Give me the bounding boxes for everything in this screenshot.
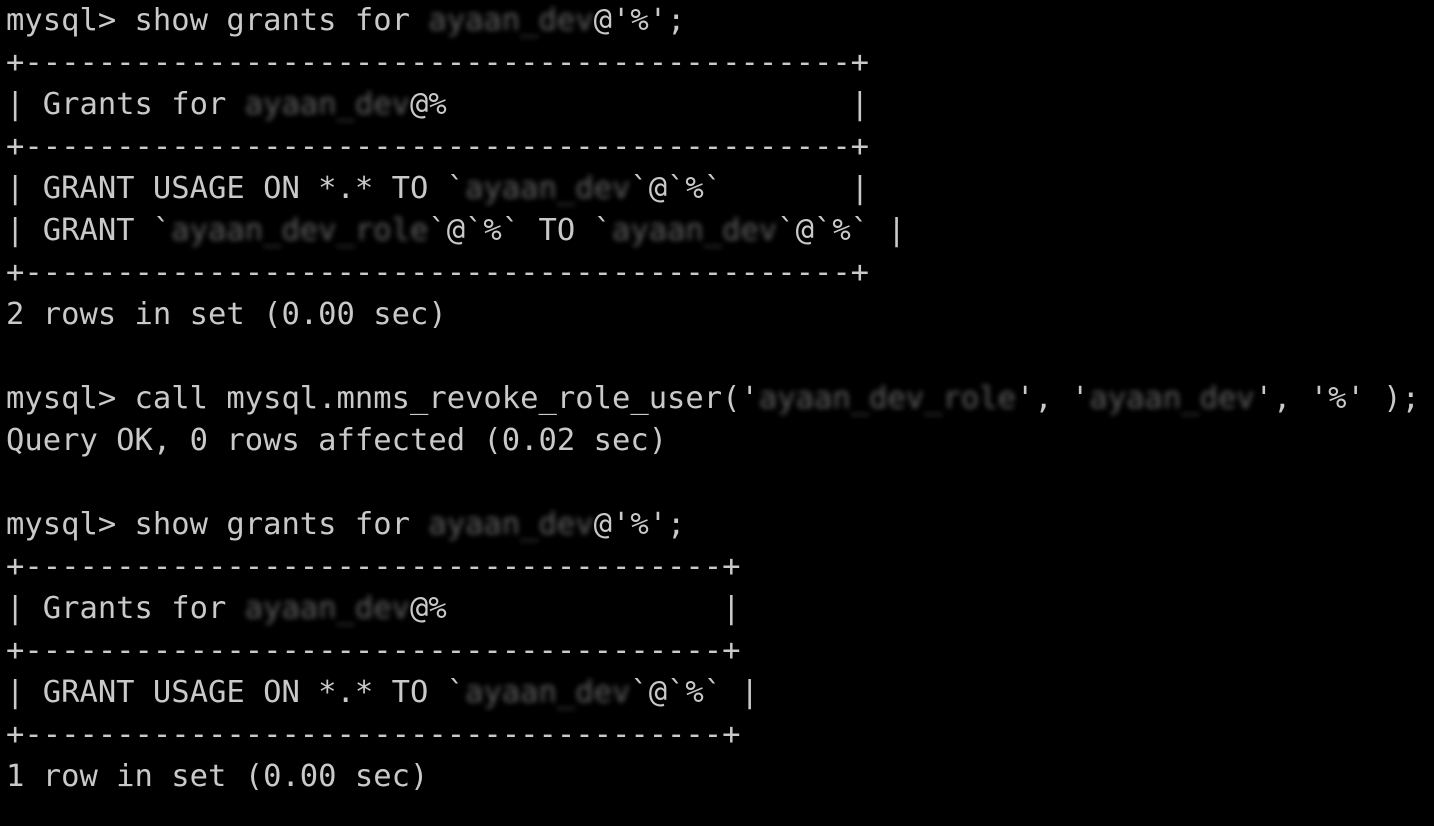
redacted-text: ayaan_dev_role [758,381,1016,416]
terminal-text: | GRANT ` [6,213,172,248]
terminal-text: | Grants for [6,87,245,122]
terminal-line-table1-header: | Grants for ayaan_dev@% | [0,84,1434,126]
terminal-text: ', ' [1015,381,1090,416]
terminal-line-result-2: 1 row in set (0.00 sec) [0,756,1434,798]
terminal-text: `@`%` | [777,213,906,248]
terminal-line-table1-border-mid: +---------------------------------------… [0,126,1434,168]
terminal-text: mysql> call mysql.mnms_revoke_role_user(… [6,381,759,416]
terminal-output: mysql> show grants for ayaan_dev@'%'; +--… [0,0,1434,798]
terminal-text: 2 rows in set (0.00 sec) [6,297,447,332]
terminal-text: `@`%` | [630,675,759,710]
terminal-text: +--------------------------------------+ [6,549,741,584]
terminal-text: mysql> show grants for [6,3,429,38]
terminal-text: | Grants for [6,591,245,626]
terminal-text: +--------------------------------------+ [6,633,741,668]
terminal-line-table2-header: | Grants for ayaan_dev@% | [0,588,1434,630]
terminal-window[interactable]: mysql> show grants for ayaan_dev@'%'; +--… [0,0,1434,826]
terminal-line-table2-border-bottom: +--------------------------------------+ [0,714,1434,756]
redacted-text: ayaan_dev [244,87,410,122]
redacted-text: ayaan_dev [465,171,631,206]
terminal-line-table2-border-top: +--------------------------------------+ [0,546,1434,588]
redacted-text: ayaan_dev [428,507,594,542]
terminal-line-table1-border-top: +---------------------------------------… [0,42,1434,84]
terminal-text: ', '%' ); [1254,381,1420,416]
redacted-text: ayaan_dev [465,675,631,710]
terminal-text: @% | [409,591,741,626]
terminal-text: | GRANT USAGE ON *.* TO ` [6,675,466,710]
terminal-line-cmd-show-grants-1: mysql> show grants for ayaan_dev@'%'; [0,0,1434,42]
terminal-text: +--------------------------------------+ [6,717,741,752]
terminal-line-cmd-call-revoke: mysql> call mysql.mnms_revoke_role_user(… [0,378,1434,420]
terminal-line-blank-2 [0,462,1434,504]
terminal-line-blank-1 [0,336,1434,378]
redacted-text: ayaan_dev [244,591,410,626]
terminal-text: +---------------------------------------… [6,45,870,80]
terminal-text: @% | [409,87,870,122]
terminal-text: +---------------------------------------… [6,255,870,290]
redacted-text: ayaan_dev [611,213,778,248]
terminal-line-table1-row-1: | GRANT USAGE ON *.* TO `ayaan_dev`@`%` … [0,168,1434,210]
terminal-text: mysql> show grants for [6,507,429,542]
redacted-text: ayaan_dev [1089,381,1255,416]
terminal-text: @'%'; [593,507,686,542]
terminal-line-table1-row-2: | GRANT `ayaan_dev_role`@`%` TO `ayaan_d… [0,210,1434,252]
terminal-line-table2-row-1: | GRANT USAGE ON *.* TO `ayaan_dev`@`%` … [0,672,1434,714]
terminal-text: @'%'; [593,3,686,38]
redacted-text: ayaan_dev [428,3,594,38]
terminal-text: | GRANT USAGE ON *.* TO ` [6,171,466,206]
terminal-text: 1 row in set (0.00 sec) [6,759,429,794]
terminal-text: `@`%` | [630,171,870,206]
terminal-line-result-call: Query OK, 0 rows affected (0.02 sec) [0,420,1434,462]
redacted-text: ayaan_dev_role [171,213,429,248]
terminal-line-table2-border-mid: +--------------------------------------+ [0,630,1434,672]
terminal-text: Query OK, 0 rows affected (0.02 sec) [6,423,668,458]
terminal-line-result-1: 2 rows in set (0.00 sec) [0,294,1434,336]
terminal-text: `@`%` TO ` [428,213,612,248]
terminal-line-cmd-show-grants-2: mysql> show grants for ayaan_dev@'%'; [0,504,1434,546]
terminal-line-table1-border-bottom: +---------------------------------------… [0,252,1434,294]
terminal-text: +---------------------------------------… [6,129,870,164]
